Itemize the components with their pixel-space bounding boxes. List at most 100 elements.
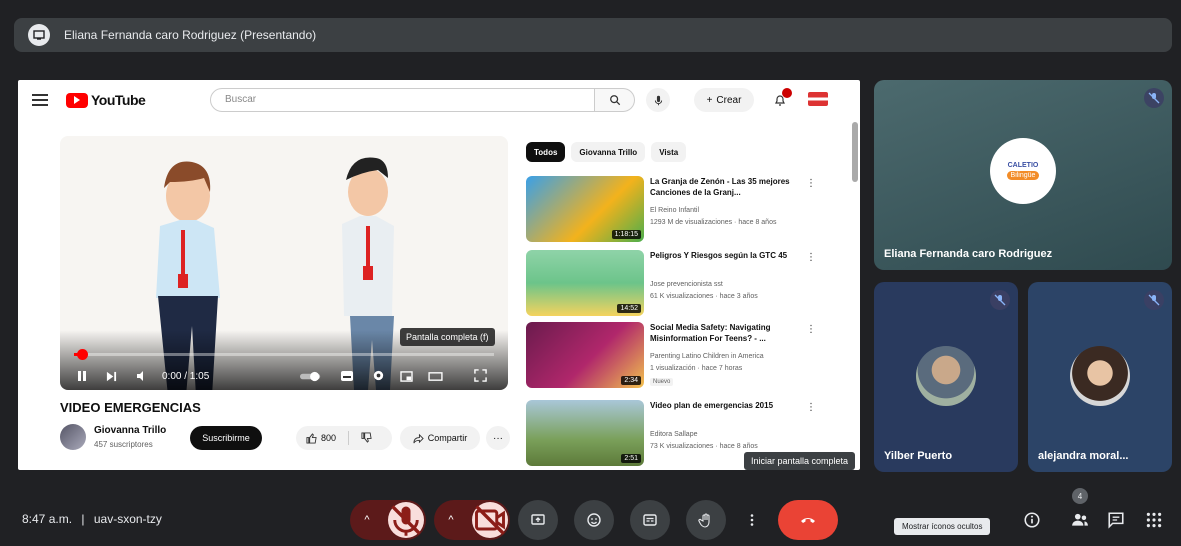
subscribe-button[interactable]: Suscribirme (190, 426, 262, 450)
participant-tile-presenter[interactable]: CALETIO Bilingüe Eliana Fernanda caro Ro… (874, 80, 1172, 270)
recommendation-channel[interactable]: El Reino Infantil (650, 206, 800, 216)
autoplay-toggle[interactable] (300, 371, 322, 382)
captions-icon (643, 514, 657, 526)
share-button[interactable]: Compartir (400, 426, 480, 450)
time-display: 0:00 / 1:05 (162, 371, 210, 382)
youtube-logo[interactable]: YouTube (66, 92, 146, 108)
video-title: VIDEO EMERGENCIAS (60, 400, 201, 415)
mic-icon (654, 95, 662, 105)
scrollbar[interactable] (852, 122, 858, 182)
raise-hand-button[interactable] (686, 500, 726, 540)
settings-button[interactable] (372, 369, 385, 382)
notification-badge (782, 88, 792, 98)
search-input[interactable]: Buscar (210, 88, 595, 112)
miniplayer-icon (400, 371, 413, 382)
hidden-icons-tooltip: Mostrar íconos ocultos (894, 518, 991, 535)
like-button[interactable]: 800 (306, 432, 336, 444)
present-screen-button[interactable] (518, 500, 558, 540)
fullscreen-button[interactable] (474, 369, 487, 382)
chip-channel[interactable]: Giovanna Trillo (571, 142, 646, 162)
voice-search-button[interactable] (646, 88, 670, 112)
recommendation-title[interactable]: Video plan de emergencias 2015 (650, 400, 800, 411)
recommendation-channel[interactable]: Jose prevencionista sst (650, 280, 800, 290)
notifications-button[interactable] (770, 88, 792, 110)
channel-name[interactable]: Giovanna Trillo (94, 425, 166, 436)
video-thumbnail[interactable]: 14:52 (526, 250, 644, 316)
chevron-up-icon: ^ (364, 514, 370, 526)
video-player[interactable]: 0:00 / 1:05 (60, 136, 508, 390)
duration-badge: 2:34 (621, 376, 641, 385)
more-vertical-icon[interactable]: ⋮ (806, 252, 816, 263)
miniplayer-button[interactable] (400, 371, 413, 382)
chat-icon (1108, 512, 1124, 529)
more-options-button[interactable] (742, 500, 762, 540)
menu-icon[interactable] (32, 94, 48, 106)
autoplay-icon (300, 371, 321, 382)
more-vertical-icon[interactable]: ⋮ (806, 402, 816, 413)
recommendation-title[interactable]: La Granja de Zenón - Las 35 mejores Canc… (650, 176, 800, 198)
recommendation-channel[interactable]: Parenting Latino Children in America (650, 352, 800, 362)
filter-chips: Todos Giovanna Trillo Vista (526, 142, 687, 162)
search-button[interactable] (595, 88, 635, 112)
volume-button[interactable] (136, 370, 148, 382)
next-button[interactable] (106, 371, 117, 382)
dislike-button[interactable] (361, 431, 372, 445)
thumbs-down-icon (361, 431, 372, 443)
recommendation-item[interactable]: 14:52 Peligros Y Riesgos según la GTC 45… (526, 250, 826, 322)
chat-button[interactable] (1104, 508, 1128, 532)
duration-badge: 1:18:15 (611, 230, 641, 239)
captions-button[interactable] (630, 500, 670, 540)
more-vertical-icon[interactable]: ⋮ (806, 178, 816, 189)
people-button[interactable] (1068, 508, 1092, 532)
fullscreen-icon (474, 369, 487, 382)
present-screen-icon (531, 514, 545, 525)
video-thumbnail[interactable]: 1:18:15 (526, 176, 644, 242)
recommendation-item[interactable]: 1:18:15 La Granja de Zenón - Las 35 mejo… (526, 176, 826, 248)
subtitles-button[interactable] (340, 370, 354, 382)
account-avatar[interactable] (808, 92, 828, 106)
progress-bar[interactable] (74, 349, 494, 360)
participant-name: Eliana Fernanda caro Rodriguez (884, 248, 1053, 260)
pause-button[interactable] (76, 370, 88, 382)
reactions-button[interactable] (574, 500, 614, 540)
participant-count-badge: 4 (1072, 488, 1088, 504)
presenter-label: Eliana Fernanda caro Rodriguez (Presenta… (64, 28, 317, 42)
channel-avatar[interactable] (60, 424, 86, 450)
presenter-bar: Eliana Fernanda caro Rodriguez (Presenta… (14, 18, 1172, 52)
video-thumbnail[interactable]: 2:34 (526, 322, 644, 388)
shared-screen: YouTube Buscar + Crear 0:00 / 1:05 Panta… (18, 80, 860, 470)
video-thumbnail[interactable]: 2:51 (526, 400, 644, 466)
participant-tile[interactable]: Yilber Puerto (874, 282, 1018, 472)
participant-tile[interactable]: alejandra moral... (1028, 282, 1172, 472)
like-divider (348, 431, 350, 445)
like-dislike-group: 800 (296, 426, 392, 450)
camera-off-icon (475, 505, 505, 535)
people-icon (1072, 513, 1088, 526)
video-options-button[interactable]: ^ (434, 500, 468, 540)
camera-toggle-button[interactable] (472, 502, 508, 538)
meeting-code: uav-sxon-tzy (93, 512, 162, 526)
theater-mode-button[interactable] (428, 371, 443, 382)
volume-icon (137, 371, 143, 381)
recommendation-item[interactable]: 2:34 Social Media Safety: Navigating Mis… (526, 322, 826, 394)
create-button[interactable]: + Crear (694, 88, 754, 112)
camera-control: ^ (434, 500, 510, 540)
youtube-play-icon (66, 92, 88, 108)
leave-call-button[interactable] (778, 500, 838, 540)
recommendation-title[interactable]: Peligros Y Riesgos según la GTC 45 (650, 250, 800, 261)
more-vertical-icon (750, 514, 754, 526)
plus-icon: + (706, 94, 713, 106)
recommendation-title[interactable]: Social Media Safety: Navigating Misinfor… (650, 322, 800, 344)
start-fullscreen-tooltip: Iniciar pantalla completa (744, 452, 856, 470)
clock-time: 8:47 a.m. (22, 512, 73, 526)
meeting-details-button[interactable] (1020, 508, 1044, 532)
recommendation-channel[interactable]: Editora Sallape (650, 430, 800, 440)
chip-vista[interactable]: Vista (651, 142, 687, 162)
separator: | (81, 512, 85, 526)
more-actions-button[interactable]: ··· (486, 426, 510, 450)
mic-toggle-button[interactable] (388, 502, 424, 538)
activities-button[interactable] (1142, 508, 1166, 532)
more-vertical-icon[interactable]: ⋮ (806, 324, 816, 335)
chip-todos[interactable]: Todos (526, 142, 566, 162)
audio-options-button[interactable]: ^ (350, 500, 384, 540)
